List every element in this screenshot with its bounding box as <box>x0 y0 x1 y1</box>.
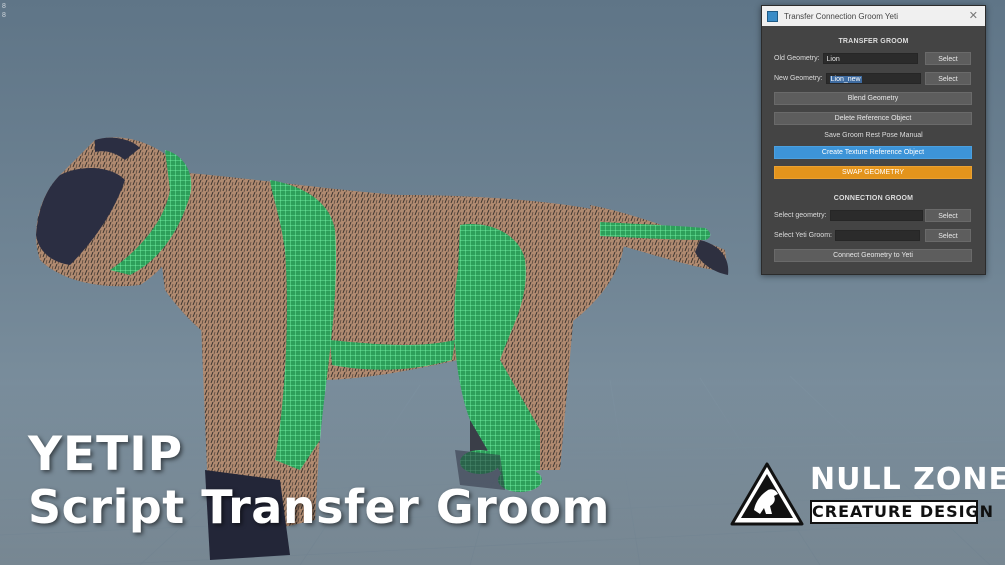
lion-emblem-icon <box>730 462 804 526</box>
select-geometry-button[interactable]: Select <box>925 209 971 222</box>
new-geometry-select-button[interactable]: Select <box>925 72 971 85</box>
video-title: YETIP Script Transfer Groom <box>28 427 610 535</box>
window-titlebar[interactable]: Transfer Connection Groom Yeti ✕ <box>762 6 985 26</box>
old-geometry-field[interactable]: Lion <box>822 53 918 64</box>
select-yeti-groom-row: Select Yeti Groom: <box>774 230 920 241</box>
new-geometry-row: New Geometry: Lion_new <box>774 73 921 84</box>
brand-logo: NULL ZONE CREATURE DESIGN <box>730 462 1005 532</box>
connect-geometry-to-yeti-button[interactable]: Connect Geometry to Yeti <box>774 249 972 262</box>
transfer-groom-window[interactable]: Transfer Connection Groom Yeti ✕ TRANSFE… <box>761 5 986 275</box>
select-geometry-label: Select geometry: <box>774 212 827 219</box>
video-title-line1: YETIP <box>28 427 184 482</box>
create-texture-reference-button[interactable]: Create Texture Reference Object <box>774 146 972 159</box>
new-geometry-label: New Geometry: <box>774 75 823 82</box>
new-geometry-field[interactable]: Lion_new <box>825 73 921 84</box>
old-geometry-label: Old Geometry: <box>774 55 820 62</box>
swap-geometry-button[interactable]: SWAP GEOMETRY <box>774 166 972 179</box>
video-title-line2: Script Transfer Groom <box>28 480 610 534</box>
select-yeti-groom-label: Select Yeti Groom: <box>774 232 832 239</box>
maya-viewport[interactable]: 8 8 Transfer Connection Groom Yeti ✕ TRA… <box>0 0 1005 565</box>
close-icon[interactable]: ✕ <box>969 9 978 22</box>
old-geometry-row: Old Geometry: Lion <box>774 53 918 64</box>
blend-geometry-button[interactable]: Blend Geometry <box>774 92 972 105</box>
select-yeti-groom-button[interactable]: Select <box>925 229 971 242</box>
brand-name: NULL ZONE <box>810 462 1005 497</box>
select-geometry-row: Select geometry: <box>774 210 923 221</box>
window-title: Transfer Connection Groom Yeti <box>784 11 898 21</box>
connection-groom-heading: CONNECTION GROOM <box>833 195 914 202</box>
delete-reference-object-button[interactable]: Delete Reference Object <box>774 112 972 125</box>
transfer-groom-heading: TRANSFER GROOM <box>838 38 909 45</box>
select-yeti-groom-field[interactable] <box>834 230 920 241</box>
maya-app-icon <box>767 10 778 22</box>
save-rest-pose-text: Save Groom Rest Pose Manual <box>824 132 923 139</box>
select-geometry-field[interactable] <box>829 210 923 221</box>
brand-subtitle: CREATURE DESIGN <box>810 500 993 524</box>
old-geometry-select-button[interactable]: Select <box>925 52 971 65</box>
